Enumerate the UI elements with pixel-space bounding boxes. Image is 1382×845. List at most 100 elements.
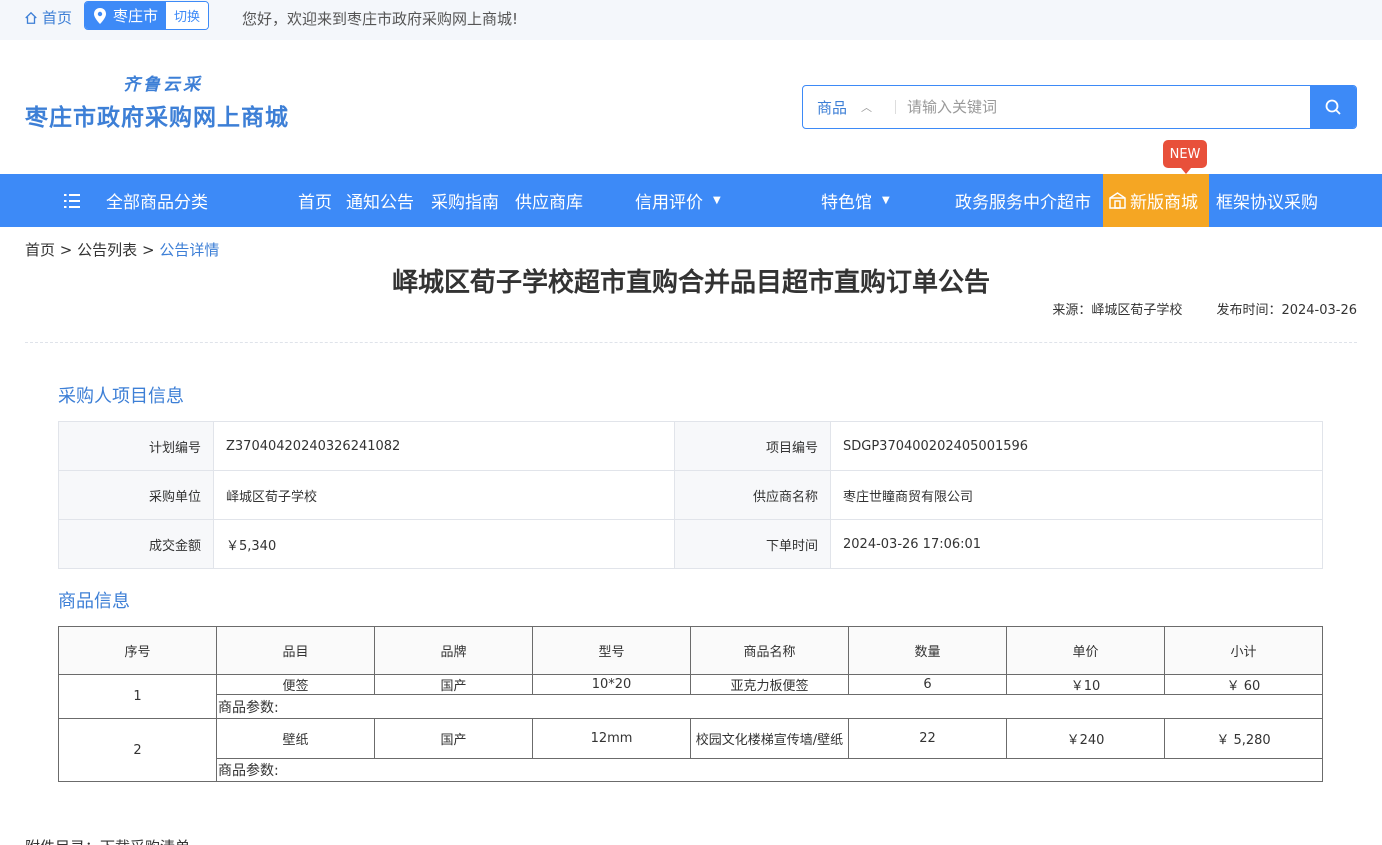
- logo-slogan: 齐鲁云采: [123, 75, 203, 95]
- nav-credit[interactable]: 信用评价 ▼: [635, 174, 721, 227]
- cell-subtotal: ￥ 5,280: [1164, 718, 1323, 759]
- table-row-params: 商品参数:: [59, 694, 1323, 719]
- site-logo[interactable]: 齐鲁云采 枣庄市政府采购网上商城: [25, 70, 315, 131]
- current-city: 枣庄市: [85, 2, 167, 29]
- top-home-link[interactable]: 首页: [24, 7, 72, 28]
- nav-new-mall[interactable]: 新版商城: [1103, 174, 1209, 227]
- city-switch-button[interactable]: 切换: [166, 2, 209, 29]
- goods-section-title: 商品信息: [58, 591, 130, 612]
- table-row: 采购单位 峄城区荀子学校 供应商名称 枣庄世瞳商贸有限公司: [58, 470, 1323, 520]
- nav-notices[interactable]: 通知公告: [346, 174, 414, 227]
- info-value: SDGP370400202405001596: [830, 421, 1323, 471]
- info-value: ￥5,340: [213, 519, 675, 569]
- nav-all-label: 全部商品分类: [106, 193, 208, 213]
- notice-meta: 来源：峄城区荀子学校 发布时间：2024-03-26: [1052, 299, 1357, 318]
- page-title: 峄城区荀子学校超市直购合并品目超市直购订单公告: [391, 268, 990, 298]
- cell-params: 商品参数:: [216, 694, 1323, 719]
- column-header: 品牌: [374, 626, 533, 675]
- cell-name: 校园文化楼梯宣传墙/壁纸: [690, 718, 849, 759]
- top-home-label: 首页: [42, 9, 73, 27]
- home-icon: [25, 11, 37, 24]
- cell-price: ￥240: [1006, 718, 1165, 759]
- caret-down-icon: ▼: [713, 195, 721, 206]
- table-row: 成交金额 ￥5,340 下单时间 2024-03-26 17:06:01: [58, 519, 1323, 569]
- attachment-text[interactable]: 附件目录：下载采购清单: [25, 836, 190, 845]
- info-value: 峄城区荀子学校: [213, 470, 675, 520]
- info-label: 成交金额: [58, 519, 214, 569]
- top-bar: 首页 枣庄市 切换 您好，欢迎来到枣庄市政府采购网上商城!: [0, 0, 1382, 40]
- breadcrumb-home[interactable]: 首页: [25, 241, 55, 259]
- breadcrumb-list[interactable]: 公告列表: [77, 241, 137, 259]
- breadcrumb-separator: >: [59, 241, 73, 259]
- cell-qty: 6: [848, 674, 1007, 695]
- divider: [25, 342, 1357, 343]
- cell-subtotal: ￥ 60: [1164, 674, 1323, 695]
- column-header: 小计: [1164, 626, 1323, 675]
- info-value: Z37040420240326241082: [213, 421, 675, 471]
- column-header: 品目: [216, 626, 375, 675]
- new-badge: NEW: [1163, 140, 1207, 174]
- list-icon: [64, 193, 80, 208]
- table-row-params: 商品参数:: [59, 758, 1323, 782]
- cell-params: 商品参数:: [216, 758, 1323, 782]
- city-selector: 枣庄市 切换: [84, 1, 210, 30]
- breadcrumb-current: 公告详情: [159, 241, 220, 259]
- buyer-info-table: 计划编号 Z37040420240326241082 项目编号 SDGP3704…: [58, 421, 1323, 569]
- column-header: 商品名称: [690, 626, 849, 675]
- table-row: 计划编号 Z37040420240326241082 项目编号 SDGP3704…: [58, 421, 1323, 471]
- nav-home[interactable]: 首页: [298, 174, 332, 227]
- logo-title: 枣庄市政府采购网上商城: [25, 104, 289, 131]
- info-label: 项目编号: [674, 421, 831, 471]
- breadcrumb-separator: >: [141, 241, 155, 259]
- nav-featured-label: 特色馆: [821, 193, 872, 213]
- cell-model: 12mm: [532, 718, 691, 759]
- cell-brand: 国产: [374, 674, 533, 695]
- cell-name: 亚克力板便签: [690, 674, 849, 695]
- info-label: 计划编号: [58, 421, 214, 471]
- table-row: 2 壁纸 国产 12mm 校园文化楼梯宣传墙/壁纸 22 ￥240 ￥ 5,28…: [58, 718, 1323, 782]
- nav-featured[interactable]: 特色馆 ▼: [821, 174, 890, 227]
- info-label: 采购单位: [58, 470, 214, 520]
- nav-guide[interactable]: 采购指南: [431, 174, 499, 227]
- info-value: 枣庄世瞳商贸有限公司: [830, 470, 1323, 520]
- chevron-up-icon: ︿: [861, 101, 873, 114]
- nav-credit-label: 信用评价: [635, 193, 703, 213]
- table-row: 1 便签 国产 10*20 亚克力板便签 6 ￥10 ￥ 60: [58, 674, 1323, 719]
- store-icon: [1109, 192, 1126, 209]
- search-type-dropdown[interactable]: 商品 ︿: [803, 86, 895, 128]
- nav-all-categories[interactable]: 全部商品分类: [64, 174, 208, 227]
- cell-brand: 国产: [374, 718, 533, 759]
- nav-suppliers[interactable]: 供应商库: [515, 174, 583, 227]
- nav-new-mall-label: 新版商城: [1130, 193, 1198, 213]
- cell-category: 壁纸: [216, 718, 375, 759]
- search-type-label: 商品: [817, 98, 848, 117]
- search-icon: [1325, 99, 1341, 115]
- column-header: 型号: [532, 626, 691, 675]
- info-label: 下单时间: [674, 519, 831, 569]
- main-nav: 全部商品分类 首页 通知公告 采购指南 供应商库 信用评价 ▼ 特色馆 ▼ 政务服务…: [0, 174, 1382, 227]
- cell-no: 2: [58, 718, 217, 782]
- table-header-row: 序号 品目 品牌 型号 商品名称 数量 单价 小计: [58, 626, 1323, 675]
- cell-qty: 22: [848, 718, 1007, 759]
- cell-no: 1: [58, 674, 217, 719]
- notice-source: 来源：峄城区荀子学校: [1052, 303, 1183, 318]
- search-bar: 商品 ︿: [802, 85, 1357, 129]
- welcome-text: 您好，欢迎来到枣庄市政府采购网上商城!: [242, 10, 519, 28]
- goods-table: 序号 品目 品牌 型号 商品名称 数量 单价 小计 1 便签 国产 10*20 …: [58, 626, 1323, 782]
- search-input[interactable]: [896, 86, 1310, 128]
- cell-category: 便签: [216, 674, 375, 695]
- breadcrumb: 首页 > 公告列表 > 公告详情: [25, 239, 219, 260]
- notice-date: 发布时间：2024-03-26: [1216, 303, 1357, 318]
- nav-framework[interactable]: 框架协议采购: [1216, 174, 1318, 227]
- location-pin-icon: [94, 7, 106, 24]
- city-name-label: 枣庄市: [113, 7, 159, 25]
- caret-down-icon: ▼: [882, 195, 890, 206]
- column-header: 数量: [848, 626, 1007, 675]
- nav-agency-market[interactable]: 政务服务中介超市: [955, 174, 1091, 227]
- column-header: 单价: [1006, 626, 1165, 675]
- search-button[interactable]: [1310, 86, 1356, 128]
- column-header: 序号: [58, 626, 217, 675]
- info-value: 2024-03-26 17:06:01: [830, 519, 1323, 569]
- cell-price: ￥10: [1006, 674, 1165, 695]
- cell-model: 10*20: [532, 674, 691, 695]
